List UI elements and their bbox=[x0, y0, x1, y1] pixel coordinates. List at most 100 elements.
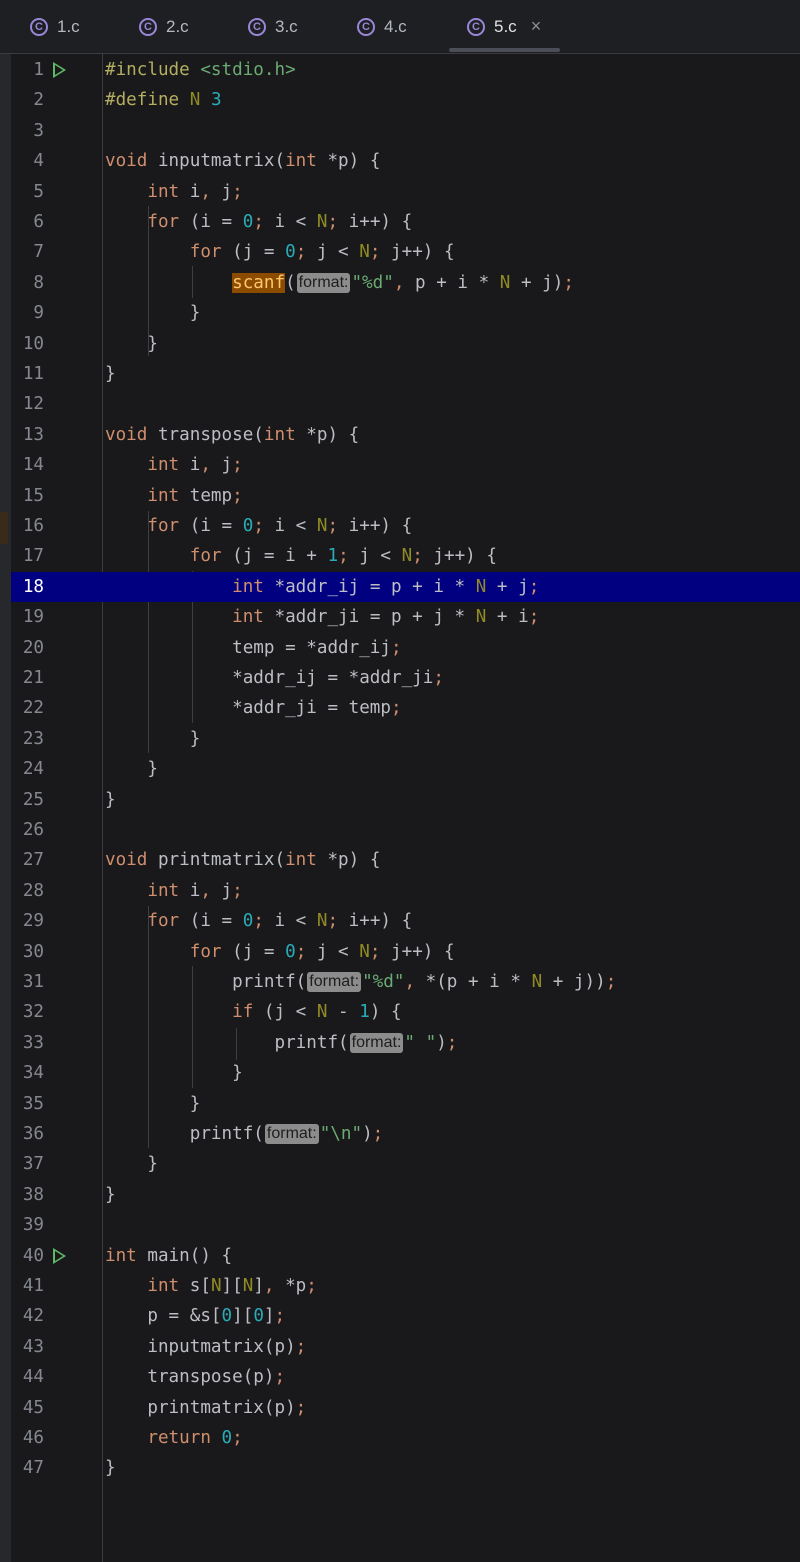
code-line[interactable]: 2 #define N 3 bbox=[11, 85, 800, 115]
code-line[interactable]: 14 int i, j; bbox=[11, 450, 800, 480]
code-text: } bbox=[105, 1184, 116, 1205]
code-line[interactable]: 3 bbox=[11, 116, 800, 146]
code-line[interactable]: 39 bbox=[11, 1210, 800, 1240]
code-line[interactable]: 40 int main() { bbox=[11, 1241, 800, 1271]
code-line[interactable]: 1 #include <stdio.h> bbox=[11, 55, 800, 85]
code-line[interactable]: 26 bbox=[11, 815, 800, 845]
code-line[interactable]: 35 } bbox=[11, 1089, 800, 1119]
code-text: int s[N][N], *p; bbox=[147, 1276, 317, 1296]
code-text: scanf(format: "%d", p + i * N + j); bbox=[232, 272, 574, 293]
code-text: int i, j; bbox=[147, 455, 243, 476]
parameter-hint: format: bbox=[264, 1124, 319, 1144]
code-line[interactable]: 7 for (j = 0; j < N; j++) { bbox=[11, 237, 800, 267]
code-line[interactable]: 42 p = &s[0][0]; bbox=[11, 1301, 800, 1331]
code-line[interactable]: 28 int i, j; bbox=[11, 876, 800, 906]
code-line[interactable]: 24 } bbox=[11, 754, 800, 784]
code-line[interactable]: 12 bbox=[11, 389, 800, 419]
code-line[interactable]: 38} bbox=[11, 1180, 800, 1210]
code-line[interactable]: 32 if (j < N - 1) { bbox=[11, 997, 800, 1027]
code-line[interactable]: 9 } bbox=[11, 298, 800, 328]
code-line[interactable]: 44 transpose(p); bbox=[11, 1362, 800, 1392]
line-number: 46 bbox=[22, 1428, 44, 1448]
code-text: void inputmatrix(int *p) { bbox=[105, 151, 381, 172]
code-line[interactable]: 16 for (i = 0; i < N; i++) { bbox=[11, 511, 800, 541]
run-icon[interactable] bbox=[53, 62, 66, 78]
code-line[interactable]: 45 printmatrix(p); bbox=[11, 1393, 800, 1423]
code-line[interactable]: 46 return 0; bbox=[11, 1423, 800, 1453]
code-text: for (j = 0; j < N; j++) { bbox=[189, 242, 455, 263]
code-text: int temp; bbox=[147, 485, 243, 506]
editor-tab-bar: C 1.c C 2.c C 3.c C 4.c C 5.c × bbox=[0, 0, 800, 54]
tab-3c[interactable]: C 3.c bbox=[248, 0, 298, 53]
line-number: 2 bbox=[33, 90, 44, 111]
code-line[interactable]: 47} bbox=[11, 1453, 800, 1483]
line-number: 32 bbox=[22, 1002, 44, 1023]
code-line[interactable]: 37 } bbox=[11, 1149, 800, 1179]
active-tab-indicator bbox=[449, 48, 560, 52]
line-number: 1 bbox=[33, 60, 44, 80]
tab-4c[interactable]: C 4.c bbox=[357, 0, 407, 53]
code-text: for (i = 0; i < N; i++) { bbox=[147, 516, 413, 536]
code-line[interactable]: 29 for (i = 0; i < N; i++) { bbox=[11, 906, 800, 936]
code-line[interactable]: 13 void transpose(int *p) { bbox=[11, 420, 800, 450]
line-number: 9 bbox=[33, 303, 44, 324]
code-text: } bbox=[105, 1063, 243, 1084]
code-text: } bbox=[105, 789, 116, 810]
code-text: } bbox=[105, 364, 116, 384]
line-number: 24 bbox=[22, 759, 44, 780]
line-number: 44 bbox=[22, 1367, 44, 1388]
line-number: 23 bbox=[22, 728, 44, 749]
code-line[interactable]: 33 printf(format: " "); bbox=[11, 1028, 800, 1058]
tab-label: 3.c bbox=[275, 16, 298, 36]
code-text: int i, j; bbox=[147, 880, 243, 901]
code-line[interactable]: 20 temp = *addr_ij; bbox=[11, 633, 800, 663]
code-line[interactable]: 17 for (j = i + 1; j < N; j++) { bbox=[11, 541, 800, 571]
line-number: 41 bbox=[22, 1276, 44, 1296]
line-number: 26 bbox=[22, 820, 44, 840]
line-number: 37 bbox=[22, 1154, 44, 1175]
tab-2c[interactable]: C 2.c bbox=[139, 0, 189, 53]
tab-label: 4.c bbox=[384, 16, 407, 36]
line-number: 19 bbox=[22, 607, 44, 628]
tab-label: 1.c bbox=[57, 16, 80, 36]
code-line[interactable]: 6 for (i = 0; i < N; i++) { bbox=[11, 207, 800, 237]
line-number: 33 bbox=[22, 1032, 44, 1053]
code-line[interactable]: 41 int s[N][N], *p; bbox=[11, 1271, 800, 1301]
code-line[interactable]: 19 int *addr_ji = p + j * N + i; bbox=[11, 602, 800, 632]
code-line[interactable]: 27 void printmatrix(int *p) { bbox=[11, 845, 800, 875]
code-text: for (i = 0; i < N; i++) { bbox=[147, 911, 413, 932]
code-line[interactable]: 22 *addr_ji = temp; bbox=[11, 693, 800, 723]
run-icon[interactable] bbox=[53, 1247, 66, 1264]
code-text: } bbox=[105, 303, 201, 324]
code-line[interactable]: 18 int *addr_ij = p + i * N + j; bbox=[11, 571, 800, 602]
line-number: 30 bbox=[22, 941, 44, 962]
code-line[interactable]: 5 int i, j; bbox=[11, 177, 800, 207]
code-text: for (i = 0; i < N; i++) { bbox=[147, 212, 413, 232]
code-text: } bbox=[105, 1093, 201, 1114]
close-icon[interactable]: × bbox=[531, 16, 542, 37]
line-number: 20 bbox=[22, 637, 44, 658]
code-line[interactable]: 15 int temp; bbox=[11, 481, 800, 511]
code-line[interactable]: 43 inputmatrix(p); bbox=[11, 1332, 800, 1362]
code-line[interactable]: 21 *addr_ij = *addr_ji; bbox=[11, 663, 800, 693]
code-text: *addr_ji = temp; bbox=[105, 698, 402, 719]
line-number: 3 bbox=[33, 120, 44, 141]
code-line[interactable]: 8 scanf(format: "%d", p + i * N + j); bbox=[11, 268, 800, 298]
code-line[interactable]: 23 } bbox=[11, 724, 800, 754]
code-line[interactable]: 36 printf(format: "\n"); bbox=[11, 1119, 800, 1149]
code-line[interactable]: 30 for (j = 0; j < N; j++) { bbox=[11, 937, 800, 967]
code-line[interactable]: 4 void inputmatrix(int *p) { bbox=[11, 146, 800, 176]
code-line[interactable]: 25} bbox=[11, 785, 800, 815]
line-number: 34 bbox=[22, 1063, 44, 1084]
code-line[interactable]: 11} bbox=[11, 359, 800, 389]
line-number: 18 bbox=[22, 576, 44, 597]
tab-5c[interactable]: C 5.c × bbox=[467, 0, 541, 53]
code-line[interactable]: 31 printf(format: "%d", *(p + i * N + j))… bbox=[11, 967, 800, 997]
code-line[interactable]: 34 } bbox=[11, 1058, 800, 1088]
tab-1c[interactable]: C 1.c bbox=[30, 0, 80, 53]
code-line[interactable]: 10 } bbox=[11, 329, 800, 359]
code-text: printf(format: "\n"); bbox=[105, 1124, 384, 1144]
line-number: 11 bbox=[22, 364, 44, 384]
code-text: } bbox=[105, 1154, 158, 1175]
code-text: p = &s[0][0]; bbox=[105, 1306, 286, 1327]
